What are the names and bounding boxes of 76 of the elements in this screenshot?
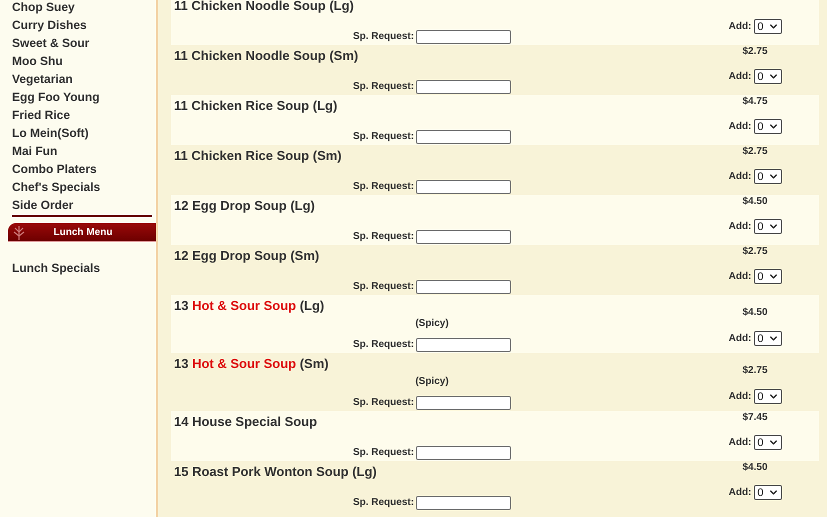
request-field[interactable] <box>416 396 512 410</box>
request-field[interactable] <box>416 496 512 510</box>
request-label: Sp. Request: <box>352 230 414 244</box>
dish-note: (Spicy) <box>415 376 449 388</box>
dish-name: 13 Hot & Sour Soup (Sm) <box>173 355 330 372</box>
price: $4.50 <box>742 196 768 208</box>
add-label: Add: <box>728 486 752 498</box>
add-label: Add: <box>728 170 752 182</box>
request-label: Sp. Request: <box>352 30 414 44</box>
category-link[interactable]: Side Order <box>12 196 74 214</box>
quantity-select[interactable]: 0 <box>754 69 782 84</box>
quantity-select[interactable]: 0 <box>754 169 782 184</box>
request-label: Sp. Request: <box>352 180 414 194</box>
category-link[interactable]: Combo Platers <box>12 160 97 178</box>
category-link[interactable]: Egg Foo Young <box>12 88 100 106</box>
quantity-select[interactable]: 0 <box>754 19 782 34</box>
add-label: Add: <box>728 390 752 402</box>
section-title: Lunch Menu <box>52 226 114 240</box>
quantity-select[interactable]: 0 <box>754 269 782 284</box>
category-link[interactable]: Lo Mein(Soft) <box>12 124 89 142</box>
request-field[interactable] <box>416 180 512 194</box>
dish-name: 14 House Special Soup <box>173 413 318 430</box>
add-label: Add: <box>728 220 752 232</box>
dish-name: 11 Chicken Rice Soup (Lg) <box>173 97 338 114</box>
price: $2.75 <box>742 46 768 58</box>
quantity-select[interactable]: 0 <box>754 119 782 134</box>
dish-name: 11 Chicken Noodle Soup (Sm) <box>173 47 360 64</box>
dish-name: 15 Roast Pork Wonton Soup (Lg) <box>173 463 378 480</box>
add-label: Add: <box>728 270 752 282</box>
request-label: Sp. Request: <box>352 396 414 410</box>
category-link[interactable]: Chef's Specials <box>12 178 100 196</box>
category-link[interactable]: Sweet & Sour <box>12 34 90 52</box>
request-label: Sp. Request: <box>352 446 414 460</box>
request-label: Sp. Request: <box>352 280 414 294</box>
price: $2.75 <box>742 365 768 377</box>
request-label: Sp. Request: <box>352 80 414 94</box>
leaf-icon <box>12 224 26 240</box>
quantity-select[interactable]: 0 <box>754 485 782 500</box>
request-label: Sp. Request: <box>352 496 414 510</box>
category-link[interactable]: Vegetarian <box>12 70 73 88</box>
request-label: Sp. Request: <box>352 130 414 144</box>
dish-name: 13 Hot & Sour Soup (Lg) <box>173 297 326 314</box>
quantity-select[interactable]: 0 <box>754 219 782 234</box>
request-field[interactable] <box>416 80 512 94</box>
price: $7.45 <box>742 412 768 424</box>
request-field[interactable] <box>416 230 512 244</box>
price: $4.50 <box>742 462 768 474</box>
dish-name: 12 Egg Drop Soup (Sm) <box>173 247 320 264</box>
request-field[interactable] <box>416 30 512 44</box>
add-label: Add: <box>728 120 752 132</box>
quantity-select[interactable]: 0 <box>754 331 782 346</box>
request-field[interactable] <box>416 130 512 144</box>
add-label: Add: <box>728 70 752 82</box>
request-field[interactable] <box>416 280 512 294</box>
request-field[interactable] <box>416 338 512 352</box>
category-link[interactable]: Chop Suey <box>12 0 75 16</box>
category-link[interactable]: Fried Rice <box>12 106 70 124</box>
category-link[interactable]: Curry Dishes <box>12 16 87 34</box>
request-label: Sp. Request: <box>352 338 414 352</box>
category-link[interactable]: Mai Fun <box>12 142 58 160</box>
price: $4.75 <box>742 96 768 108</box>
dish-note: (Spicy) <box>415 318 449 330</box>
quantity-select[interactable]: 0 <box>754 435 782 450</box>
dish-name: 11 Chicken Noodle Soup (Lg) <box>173 0 355 14</box>
price: $4.50 <box>742 307 768 319</box>
dish-name: 12 Egg Drop Soup (Lg) <box>173 197 316 214</box>
dish-name: 11 Chicken Rice Soup (Sm) <box>173 147 343 164</box>
add-label: Add: <box>728 332 752 344</box>
request-field[interactable] <box>416 446 512 460</box>
category-link[interactable]: Moo Shu <box>12 52 63 70</box>
add-label: Add: <box>728 436 752 448</box>
price: $2.75 <box>742 246 768 258</box>
price: $2.75 <box>742 146 768 158</box>
add-label: Add: <box>728 20 752 32</box>
category-link[interactable]: Lunch Specials <box>12 259 100 277</box>
quantity-select[interactable]: 0 <box>754 389 782 404</box>
